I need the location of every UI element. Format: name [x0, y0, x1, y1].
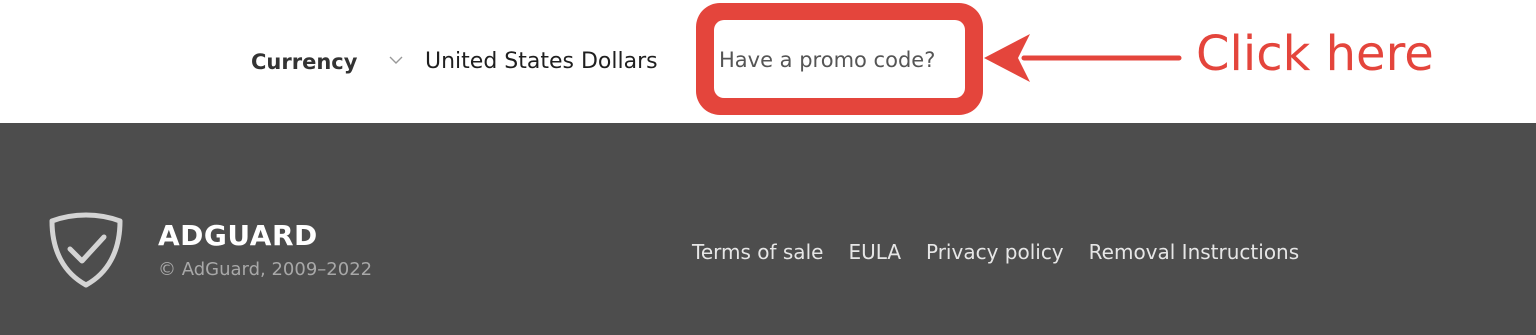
- eula-link[interactable]: EULA: [848, 237, 901, 267]
- brand-name: ADGUARD: [158, 219, 318, 252]
- arrow-left-icon: [984, 34, 1182, 82]
- shield-check-icon: [49, 212, 123, 288]
- footer-links: Terms of sale EULA Privacy policy Remova…: [692, 237, 1299, 267]
- removal-instructions-link[interactable]: Removal Instructions: [1089, 237, 1300, 267]
- promo-code-link[interactable]: Have a promo code?: [719, 45, 935, 75]
- privacy-policy-link[interactable]: Privacy policy: [926, 237, 1064, 267]
- currency-label: Currency: [251, 50, 358, 74]
- terms-of-sale-link[interactable]: Terms of sale: [692, 237, 823, 267]
- annotation-label: Click here: [1196, 26, 1434, 82]
- copyright-text: © AdGuard, 2009–2022: [158, 259, 373, 280]
- chevron-down-icon[interactable]: [386, 50, 406, 70]
- currency-bar: Currency United States Dollars Have a pr…: [0, 0, 1536, 123]
- currency-select[interactable]: United States Dollars: [425, 47, 658, 77]
